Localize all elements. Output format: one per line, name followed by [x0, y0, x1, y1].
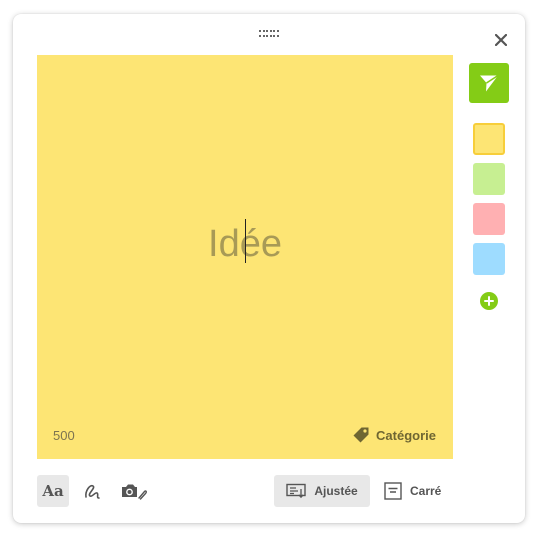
text-tool-label: Aa: [42, 482, 64, 500]
plus-icon: [484, 296, 494, 306]
color-swatch-green[interactable]: [473, 163, 505, 195]
square-mode-label: Carré: [410, 484, 442, 498]
draw-icon: [85, 484, 100, 499]
add-color-button[interactable]: [480, 292, 498, 310]
sticky-note-dialog: Idée 500 Catégorie Aa Ajustée Carré: [13, 14, 525, 523]
text-caret: [245, 219, 246, 263]
drag-handle-icon[interactable]: [259, 30, 279, 38]
fit-mode-label: Ajustée: [314, 484, 358, 498]
fit-layout-icon: [286, 483, 307, 499]
send-button[interactable]: [469, 63, 509, 103]
square-layout-icon: [384, 482, 402, 500]
color-swatch-yellow[interactable]: [473, 123, 505, 155]
note-canvas[interactable]: Idée 500 Catégorie: [37, 55, 453, 459]
close-button[interactable]: [489, 28, 513, 52]
camera-icon: [122, 484, 147, 500]
draw-tool-button[interactable]: [79, 475, 105, 507]
category-label: Catégorie: [376, 427, 436, 443]
char-counter: 500: [53, 428, 75, 443]
send-icon: [480, 74, 499, 92]
color-swatch-blue[interactable]: [473, 243, 505, 275]
close-icon: [495, 34, 507, 46]
text-tool-button[interactable]: Aa: [37, 475, 69, 507]
color-swatch-pink[interactable]: [473, 203, 505, 235]
fit-mode-button[interactable]: Ajustée: [274, 475, 370, 507]
category-button[interactable]: Catégorie: [352, 426, 436, 444]
square-mode-button[interactable]: Carré: [382, 475, 454, 507]
tag-icon: [353, 427, 369, 443]
photo-tool-button[interactable]: [119, 475, 149, 507]
